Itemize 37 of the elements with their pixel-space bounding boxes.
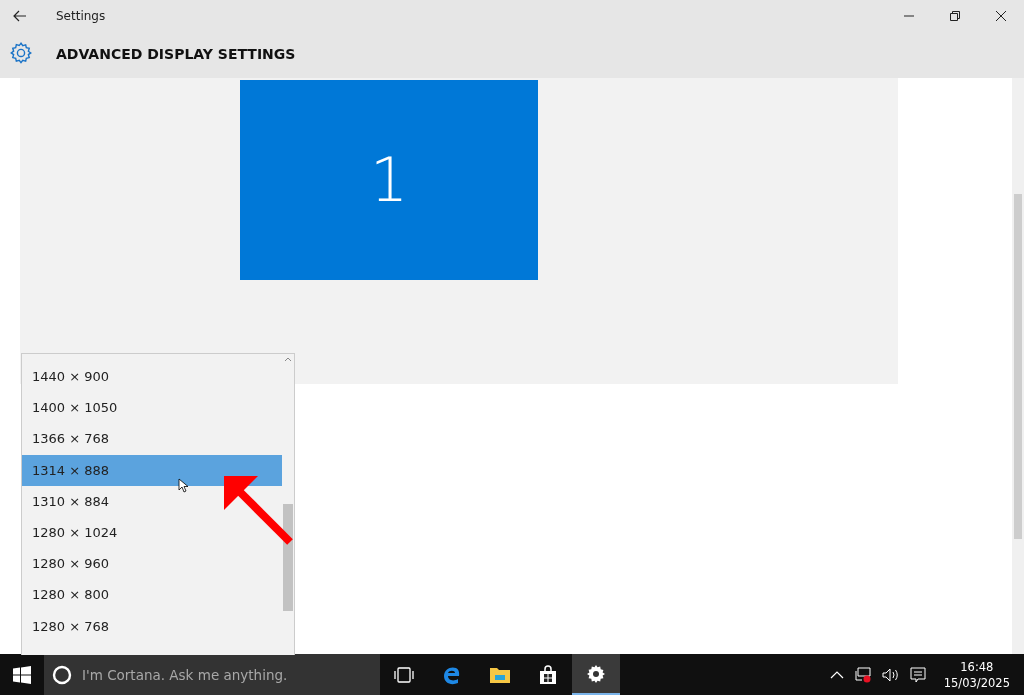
chevron-up-icon[interactable] (829, 670, 844, 679)
windows-logo-icon (13, 665, 31, 684)
scrollbar-thumb[interactable] (283, 504, 293, 611)
mouse-pointer-icon (178, 478, 188, 493)
task-view-icon (394, 666, 414, 683)
shopping-bag-icon (538, 664, 558, 685)
back-icon[interactable] (13, 10, 27, 22)
notification-icon[interactable] (909, 666, 926, 683)
network-error-icon[interactable] (853, 666, 872, 683)
resolution-option[interactable]: 1400 × 1050 (22, 392, 282, 424)
resolution-option[interactable]: 1280 × 800 (22, 579, 282, 611)
resolution-option[interactable]: 1310 × 884 (22, 485, 282, 517)
resolution-option[interactable]: 1440 × 900 (22, 361, 282, 393)
cortana-search-box[interactable]: I'm Cortana. Ask me anything. (44, 654, 380, 695)
pointer-arrow (222, 474, 294, 546)
resolution-option[interactable]: 1280 × 1024 (22, 516, 282, 549)
window-title: Settings (56, 9, 106, 23)
time-text: 16:48 (960, 658, 994, 675)
resolution-option[interactable]: 1314 × 888 (22, 454, 282, 486)
date-text: 15/03/2025 (943, 674, 1010, 691)
monitor-number: 1 (369, 145, 409, 215)
restore-icon[interactable] (949, 10, 961, 22)
resolution-option[interactable]: 1366 × 768 (22, 423, 282, 455)
resolution-option[interactable]: 1280 × 768 (22, 610, 282, 642)
resolution-option[interactable]: 1280 × 960 (22, 548, 282, 580)
browser-e-icon (442, 664, 462, 685)
monitor-tile[interactable]: 1 (240, 80, 538, 280)
page-title: ADVANCED DISPLAY SETTINGS (56, 46, 296, 62)
folder-icon (489, 665, 511, 684)
clock[interactable]: 16:48 15/03/2025 (943, 658, 1010, 691)
taskbar-app-button[interactable] (572, 654, 620, 695)
cortana-circle-icon (52, 664, 72, 685)
scroll-up-icon[interactable] (284, 357, 292, 362)
speaker-icon[interactable] (881, 667, 900, 682)
close-icon[interactable] (995, 10, 1007, 22)
page-scrollbar[interactable] (1012, 78, 1024, 654)
gear-icon (586, 663, 606, 684)
